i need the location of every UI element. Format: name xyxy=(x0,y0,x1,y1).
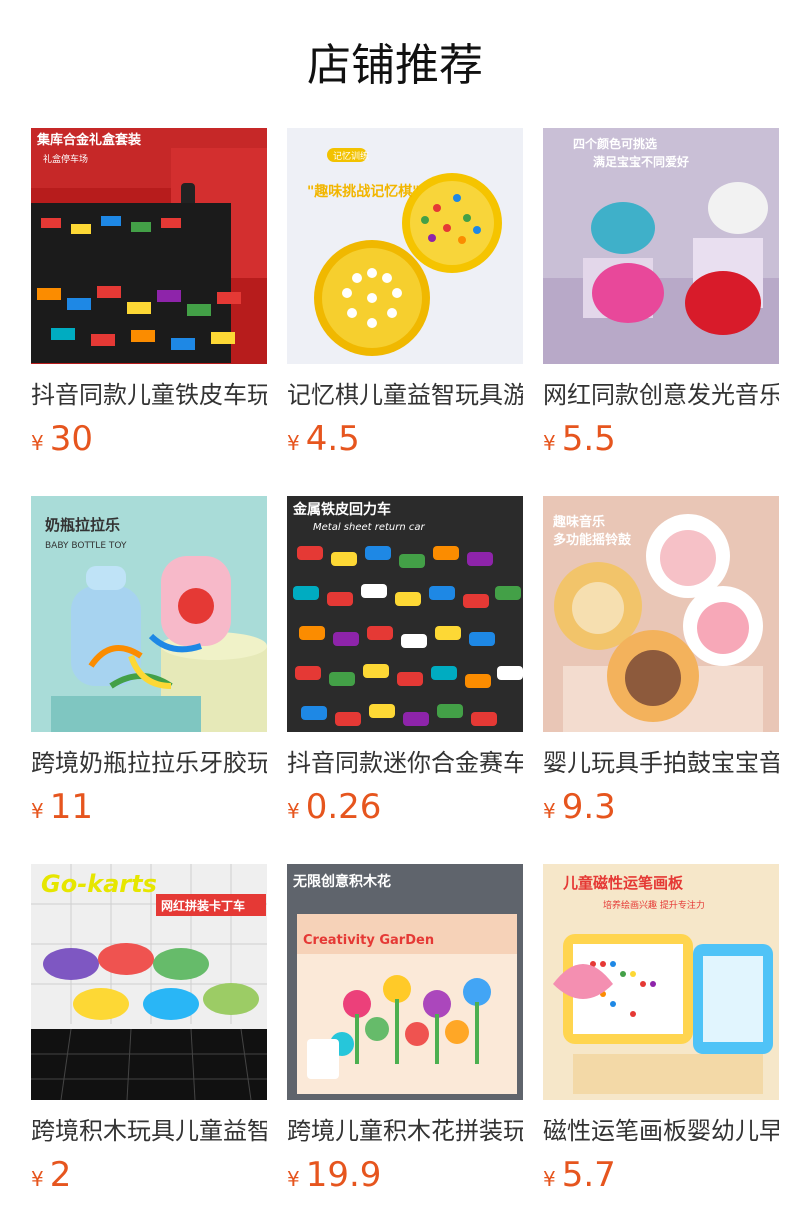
product-price: ¥11 xyxy=(31,785,267,829)
image-caption-top: 集库合金礼盒套装 xyxy=(36,132,141,148)
product-name[interactable]: 婴儿玩具手拍鼓宝宝音乐 xyxy=(543,746,779,780)
price-value: 5.5 xyxy=(561,419,616,459)
image-caption-top: 四个颜色可挑选 xyxy=(573,136,657,151)
product-name[interactable]: 磁性运笔画板婴幼儿早教 xyxy=(543,1114,779,1148)
toy-car-gift-box-image[interactable]: 集库合金礼盒套装 礼盒停车场 xyxy=(31,128,267,364)
image-caption-sub: 多功能摇铃鼓 xyxy=(553,532,632,548)
product-card[interactable]: 趣味音乐 多功能摇铃鼓 婴儿玩具手拍鼓宝宝音乐 ¥9.3 xyxy=(543,496,779,829)
currency-symbol: ¥ xyxy=(287,1167,300,1191)
product-name[interactable]: 跨境儿童积木花拼装玩具 xyxy=(287,1114,523,1148)
price-value: 4.5 xyxy=(305,419,360,459)
product-name[interactable]: 跨境奶瓶拉拉乐牙胶玩具 xyxy=(31,746,267,780)
product-price: ¥5.7 xyxy=(543,1153,779,1197)
product-price: ¥0.26 xyxy=(287,785,523,829)
magnetic-drawing-board-image[interactable]: 儿童磁性运笔画板 培养绘画兴趣 提升专注力 xyxy=(543,864,779,1100)
product-name[interactable]: 网红同款创意发光音乐小猪 xyxy=(543,378,779,412)
product-price: ¥30 xyxy=(31,417,267,461)
product-card[interactable]: 无限创意积木花 Creativity GarDen 跨境儿童积木花拼装玩具 ¥1… xyxy=(287,864,523,1197)
product-price: ¥4.5 xyxy=(287,417,523,461)
product-price: ¥2 xyxy=(31,1153,267,1197)
image-caption-top: "趣味挑战记忆棋" xyxy=(307,183,420,200)
price-value: 5.7 xyxy=(561,1155,616,1195)
price-value: 0.26 xyxy=(305,787,382,827)
flower-blocks-image[interactable]: 无限创意积木花 Creativity GarDen xyxy=(287,864,523,1100)
product-card[interactable]: 儿童磁性运笔画板 培养绘画兴趣 提升专注力 磁性运笔画板婴幼儿早教 ¥5.7 xyxy=(543,864,779,1197)
currency-symbol: ¥ xyxy=(543,799,556,823)
product-card[interactable]: "趣味挑战记忆棋" 记忆训练 记忆棋儿童益智玩具游戏 ¥4.5 xyxy=(287,128,523,461)
hand-drum-toy-image[interactable]: 趣味音乐 多功能摇铃鼓 xyxy=(543,496,779,732)
currency-symbol: ¥ xyxy=(31,431,44,455)
price-value: 9.3 xyxy=(561,787,616,827)
product-card[interactable]: 集库合金礼盒套装 礼盒停车场 抖音同款儿童铁皮车玩具 ¥30 xyxy=(31,128,267,461)
currency-symbol: ¥ xyxy=(287,799,300,823)
price-value: 2 xyxy=(49,1155,72,1195)
product-card[interactable]: 四个颜色可挑选 满足宝宝不同爱好 网红同款创意发光音乐小猪 ¥5.5 xyxy=(543,128,779,461)
currency-symbol: ¥ xyxy=(31,799,44,823)
metal-cars-image[interactable]: 金属铁皮回力车 Metal sheet return car xyxy=(287,496,523,732)
price-value: 19.9 xyxy=(305,1155,382,1195)
currency-symbol: ¥ xyxy=(31,1167,44,1191)
product-price: ¥5.5 xyxy=(543,417,779,461)
piggy-toy-image[interactable]: 四个颜色可挑选 满足宝宝不同爱好 xyxy=(543,128,779,364)
currency-symbol: ¥ xyxy=(543,431,556,455)
image-caption-top: 金属铁皮回力车 xyxy=(292,501,391,518)
product-name[interactable]: 跨境积木玩具儿童益智卡丁车 xyxy=(31,1114,267,1148)
image-caption-top: 趣味音乐 xyxy=(552,514,605,530)
image-caption-sub: Creativity GarDen xyxy=(303,933,434,948)
image-caption-top: 无限创意积木花 xyxy=(292,873,391,890)
image-caption-sub: BABY BOTTLE TOY xyxy=(45,541,127,551)
image-caption-sub: 网红拼装卡丁车 xyxy=(161,898,245,913)
image-caption-sub: 满足宝宝不同爱好 xyxy=(593,154,689,169)
price-value: 11 xyxy=(49,787,93,827)
product-price: ¥19.9 xyxy=(287,1153,523,1197)
memory-chess-image[interactable]: "趣味挑战记忆棋" 记忆训练 xyxy=(287,128,523,364)
image-caption-top: 儿童磁性运笔画板 xyxy=(562,874,684,892)
image-caption-top: Go-karts xyxy=(41,870,157,898)
product-card[interactable]: Go-karts 网红拼装卡丁车 跨境积木玩具儿童益智卡丁车 ¥2 xyxy=(31,864,267,1197)
page-title: 店铺推荐 xyxy=(307,40,483,91)
image-caption-sub: 记忆训练 xyxy=(333,150,369,162)
currency-symbol: ¥ xyxy=(287,431,300,455)
product-name[interactable]: 抖音同款迷你合金赛车玩具 xyxy=(287,746,523,780)
baby-bottle-toy-image[interactable]: 奶瓶拉拉乐 BABY BOTTLE TOY xyxy=(31,496,267,732)
image-caption-sub: 培养绘画兴趣 提升专注力 xyxy=(603,899,705,911)
product-card[interactable]: 金属铁皮回力车 Metal sheet return car 抖音同款迷你合金赛… xyxy=(287,496,523,829)
image-caption-top: 奶瓶拉拉乐 xyxy=(45,516,120,534)
product-price: ¥9.3 xyxy=(543,785,779,829)
price-value: 30 xyxy=(49,419,93,459)
currency-symbol: ¥ xyxy=(543,1167,556,1191)
image-caption-sub: Metal sheet return car xyxy=(313,522,426,533)
product-name[interactable]: 记忆棋儿童益智玩具游戏 xyxy=(287,378,523,412)
go-kart-toy-image[interactable]: Go-karts 网红拼装卡丁车 xyxy=(31,864,267,1100)
product-name[interactable]: 抖音同款儿童铁皮车玩具 xyxy=(31,378,267,412)
image-caption-sub: 礼盒停车场 xyxy=(43,153,88,165)
product-card[interactable]: 奶瓶拉拉乐 BABY BOTTLE TOY 跨境奶瓶拉拉乐牙胶玩具 ¥11 xyxy=(31,496,267,829)
